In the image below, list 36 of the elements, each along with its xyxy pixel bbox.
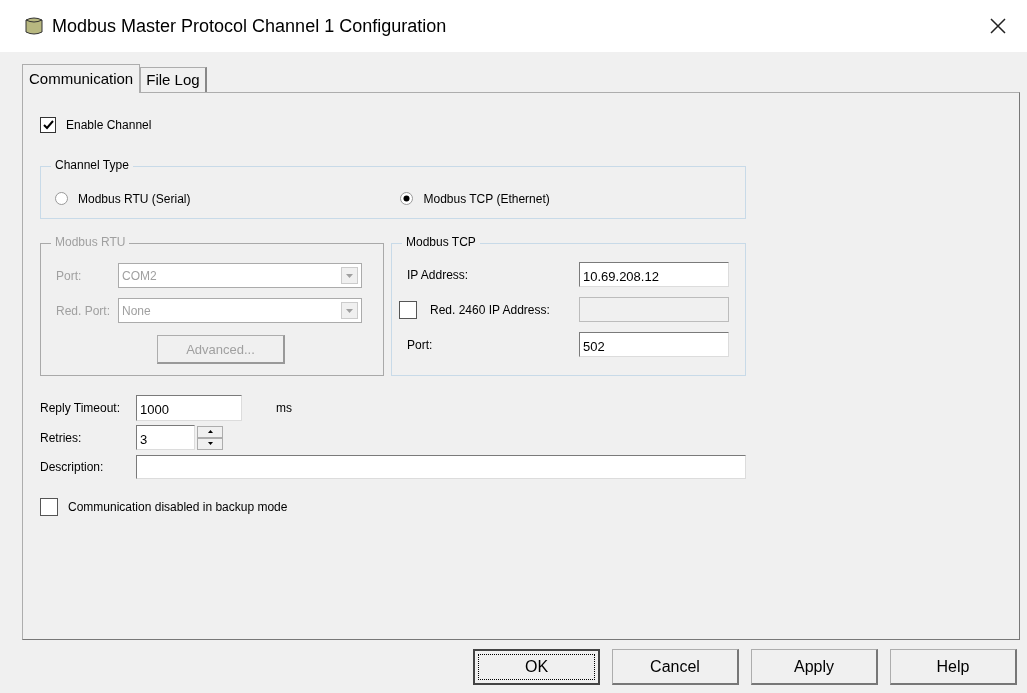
tab[interactable]: Communication xyxy=(22,64,141,93)
dialog-button[interactable]: Apply xyxy=(751,649,878,685)
port-field[interactable]: 502 xyxy=(579,332,729,357)
dialog-button[interactable]: OK xyxy=(473,649,600,685)
up-arrow-icon xyxy=(207,430,213,433)
timeout-field[interactable]: 1000 xyxy=(136,395,242,421)
group-title: Modbus RTU xyxy=(51,235,130,249)
radio-button[interactable] xyxy=(400,192,414,205)
dialog-button[interactable]: Cancel xyxy=(612,649,739,685)
field-label: Red. Port: xyxy=(56,303,112,318)
checkbox-label: Communication disabled in backup mode xyxy=(68,500,288,514)
ip-address-field[interactable]: 10.69.208.12 xyxy=(579,262,729,287)
radio-label: Modbus TCP (Ethernet) xyxy=(423,191,551,206)
retries-field[interactable]: 3 xyxy=(136,425,195,450)
field-label: Reply Timeout: xyxy=(40,401,122,415)
field-label: Description: xyxy=(40,460,105,474)
field-label: Port: xyxy=(407,337,434,352)
checkbox-label: Enable Channel xyxy=(66,118,152,132)
checkbox[interactable] xyxy=(40,498,58,516)
spin-up-button[interactable] xyxy=(197,425,223,438)
unit-label: ms xyxy=(276,401,292,415)
radio-label: Modbus RTU (Serial) xyxy=(78,191,191,206)
cylinder-icon xyxy=(24,16,44,36)
down-arrow-icon xyxy=(207,442,213,445)
tab[interactable]: File Log xyxy=(140,67,207,92)
field-label: IP Address: xyxy=(407,267,470,282)
description-field[interactable] xyxy=(136,455,746,479)
field-label: Port: xyxy=(56,268,83,283)
field-label: Retries: xyxy=(40,430,83,445)
group-title: Channel Type xyxy=(51,158,133,172)
group-title: Modbus TCP xyxy=(402,235,480,249)
dialog-button[interactable]: Help xyxy=(890,649,1017,685)
window-title: Modbus Master Protocol Channel 1 Configuration xyxy=(52,15,448,37)
checkbox[interactable] xyxy=(40,117,56,133)
checkbox-label: Red. 2460 IP Address: xyxy=(430,302,550,317)
radio-button[interactable] xyxy=(55,192,68,205)
